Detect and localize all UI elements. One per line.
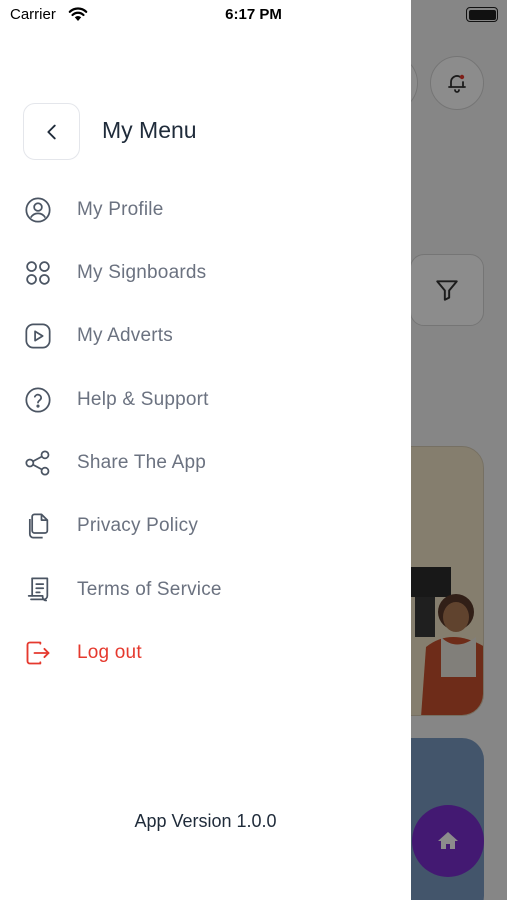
menu-item-help-support[interactable]: Help & Support — [23, 380, 383, 420]
side-menu-drawer: My Menu My Profile My Signboards My Adve… — [0, 0, 411, 900]
menu-item-my-signboards[interactable]: My Signboards — [23, 253, 383, 293]
play-box-icon — [23, 321, 53, 351]
app-version: App Version 1.0.0 — [134, 811, 277, 831]
menu-item-label: Help & Support — [77, 389, 209, 410]
status-time: 6:17 PM — [225, 6, 282, 23]
menu-item-label: My Signboards — [77, 262, 207, 283]
menu-item-terms-of-service[interactable]: Terms of Service — [23, 570, 383, 610]
battery-icon — [466, 7, 498, 22]
user-circle-icon — [23, 195, 53, 225]
menu-item-label: My Profile — [77, 199, 164, 220]
menu-item-label: Terms of Service — [77, 579, 222, 600]
share-icon — [23, 448, 53, 478]
menu-item-label: My Adverts — [77, 325, 173, 346]
documents-icon — [23, 511, 53, 541]
menu-item-my-profile[interactable]: My Profile — [23, 190, 383, 230]
receipt-icon — [23, 575, 53, 605]
grid-circles-icon — [23, 258, 53, 288]
menu-item-label: Privacy Policy — [77, 515, 199, 536]
menu-item-label: Log out — [77, 642, 142, 663]
menu-item-privacy-policy[interactable]: Privacy Policy — [23, 506, 383, 546]
menu-item-share-app[interactable]: Share The App — [23, 443, 383, 483]
status-bar: Carrier 6:17 PM — [0, 0, 507, 30]
menu-item-label: Share The App — [77, 452, 207, 473]
back-button[interactable] — [23, 103, 80, 160]
menu-title: My Menu — [102, 117, 197, 143]
menu-item-my-adverts[interactable]: My Adverts — [23, 316, 383, 356]
help-circle-icon — [23, 385, 53, 415]
logout-icon — [23, 638, 53, 668]
chevron-left-icon — [46, 124, 56, 139]
menu-item-log-out[interactable]: Log out — [23, 633, 383, 673]
